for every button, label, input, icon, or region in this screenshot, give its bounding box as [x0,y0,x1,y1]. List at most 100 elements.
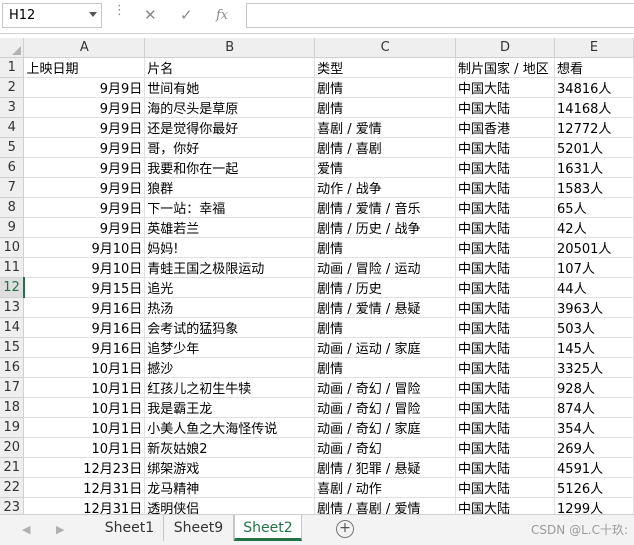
row-header[interactable]: 8 [0,197,25,218]
cell-e[interactable]: 12772人 [554,117,634,138]
cell-e[interactable]: 1583人 [554,177,634,198]
cell-b[interactable]: 撼沙 [144,357,316,378]
cell-a[interactable]: 9月9日 [23,157,146,178]
cell-c[interactable]: 剧情 [314,317,457,338]
cell-e[interactable]: 107人 [554,257,634,278]
cell-a[interactable]: 10月1日 [23,417,146,438]
cell-b[interactable]: 英雄若兰 [144,217,316,238]
cell-c[interactable]: 动画 / 奇幻 [314,437,457,458]
cell-a[interactable]: 10月1日 [23,437,146,458]
grip-icon[interactable]: ⋮ [113,4,126,17]
cell-b[interactable]: 哥，你好 [144,137,316,158]
cell-b[interactable]: 海的尽头是草原 [144,97,316,118]
cell-c[interactable]: 剧情 [314,357,457,378]
row-header[interactable]: 1 [0,57,25,78]
cell-d[interactable]: 中国大陆 [455,377,556,398]
row-header[interactable]: 9 [0,217,25,238]
cell-b[interactable]: 会考试的猛犸象 [144,317,316,338]
cell-d[interactable]: 中国大陆 [455,337,556,358]
cell-e[interactable]: 354人 [554,417,634,438]
row-header[interactable]: 21 [0,457,25,478]
row-header[interactable]: 7 [0,177,25,198]
cell-b[interactable]: 小美人鱼之大海怪传说 [144,417,316,438]
cell-d[interactable]: 中国大陆 [455,257,556,278]
column-header-e[interactable]: E [554,38,634,58]
tab-sheet2[interactable]: Sheet2 [234,515,302,541]
cell-e[interactable]: 928人 [554,377,634,398]
cell-e[interactable]: 14168人 [554,97,634,118]
cell-b[interactable]: 妈妈! [144,237,316,258]
cell-e[interactable]: 65人 [554,197,634,218]
cell-b[interactable]: 我是霸王龙 [144,397,316,418]
cell-a[interactable]: 9月9日 [23,117,146,138]
cell-e[interactable]: 145人 [554,337,634,358]
cell-e[interactable]: 20501人 [554,237,634,258]
cell-c[interactable]: 剧情 / 历史 / 战争 [314,217,457,238]
cell-a[interactable]: 9月16日 [23,337,146,358]
cell-b[interactable]: 狼群 [144,177,316,198]
cell-b[interactable]: 世间有她 [144,77,316,98]
row-header[interactable]: 22 [0,477,25,498]
cell-b[interactable]: 片名 [144,57,316,78]
cell-b[interactable]: 热汤 [144,297,316,318]
cell-a[interactable]: 9月16日 [23,297,146,318]
cell-b[interactable]: 下一站：幸福 [144,197,316,218]
cell-d[interactable]: 中国大陆 [455,417,556,438]
cell-b[interactable]: 我要和你在一起 [144,157,316,178]
tab-sheet1[interactable]: Sheet1 [96,515,164,541]
cell-c[interactable]: 爱情 [314,157,457,178]
row-header[interactable]: 17 [0,377,25,398]
row-header[interactable]: 13 [0,297,25,318]
cell-d[interactable]: 中国大陆 [455,77,556,98]
cell-a[interactable]: 10月1日 [23,357,146,378]
cell-c[interactable]: 剧情 / 爱情 / 音乐 [314,197,457,218]
cell-a[interactable]: 9月9日 [23,97,146,118]
cell-c[interactable]: 类型 [314,57,457,78]
cell-d[interactable]: 中国大陆 [455,457,556,478]
cell-e[interactable]: 34816人 [554,77,634,98]
scroll-right-icon[interactable]: ▶ [56,523,64,536]
column-header-b[interactable]: B [144,38,316,58]
row-header[interactable]: 16 [0,357,25,378]
cancel-icon[interactable]: ✕ [144,6,157,24]
cell-a[interactable]: 12月31日 [23,477,146,498]
column-header-a[interactable]: A [23,38,146,58]
cell-a[interactable]: 9月9日 [23,177,146,198]
cell-b[interactable]: 还是觉得你最好 [144,117,316,138]
cell-a[interactable]: 9月16日 [23,317,146,338]
cell-c[interactable]: 剧情 / 爱情 / 悬疑 [314,297,457,318]
cell-d[interactable]: 中国大陆 [455,177,556,198]
cell-e[interactable]: 44人 [554,277,634,298]
cell-b[interactable]: 绑架游戏 [144,457,316,478]
cell-d[interactable]: 中国大陆 [455,97,556,118]
cell-e[interactable]: 3325人 [554,357,634,378]
row-header[interactable]: 15 [0,337,25,358]
name-box[interactable]: H12 [2,3,102,28]
cell-a[interactable]: 10月1日 [23,377,146,398]
cell-d[interactable]: 中国大陆 [455,357,556,378]
cell-e[interactable]: 42人 [554,217,634,238]
cell-d[interactable]: 中国大陆 [455,157,556,178]
row-header[interactable]: 14 [0,317,25,338]
cell-d[interactable]: 中国大陆 [455,477,556,498]
cell-b[interactable]: 青蛙王国之极限运动 [144,257,316,278]
cell-c[interactable]: 动作 / 战争 [314,177,457,198]
cell-e[interactable]: 想看 [554,57,634,78]
name-box-dropdown-icon[interactable] [89,12,97,17]
cell-a[interactable]: 9月9日 [23,77,146,98]
cell-c[interactable]: 动画 / 运动 / 家庭 [314,337,457,358]
cell-c[interactable]: 剧情 [314,237,457,258]
cell-e[interactable]: 269人 [554,437,634,458]
scroll-left-icon[interactable]: ◀ [22,523,30,536]
cell-c[interactable]: 剧情 [314,97,457,118]
cell-d[interactable]: 中国大陆 [455,397,556,418]
cell-a[interactable]: 9月9日 [23,217,146,238]
cell-c[interactable]: 剧情 / 犯罪 / 悬疑 [314,457,457,478]
cell-e[interactable]: 1631人 [554,157,634,178]
cell-e[interactable]: 4591人 [554,457,634,478]
cell-e[interactable]: 5201人 [554,137,634,158]
cell-b[interactable]: 龙马精神 [144,477,316,498]
cell-a[interactable]: 9月9日 [23,197,146,218]
cell-c[interactable]: 剧情 / 喜剧 [314,137,457,158]
cell-d[interactable]: 中国大陆 [455,237,556,258]
